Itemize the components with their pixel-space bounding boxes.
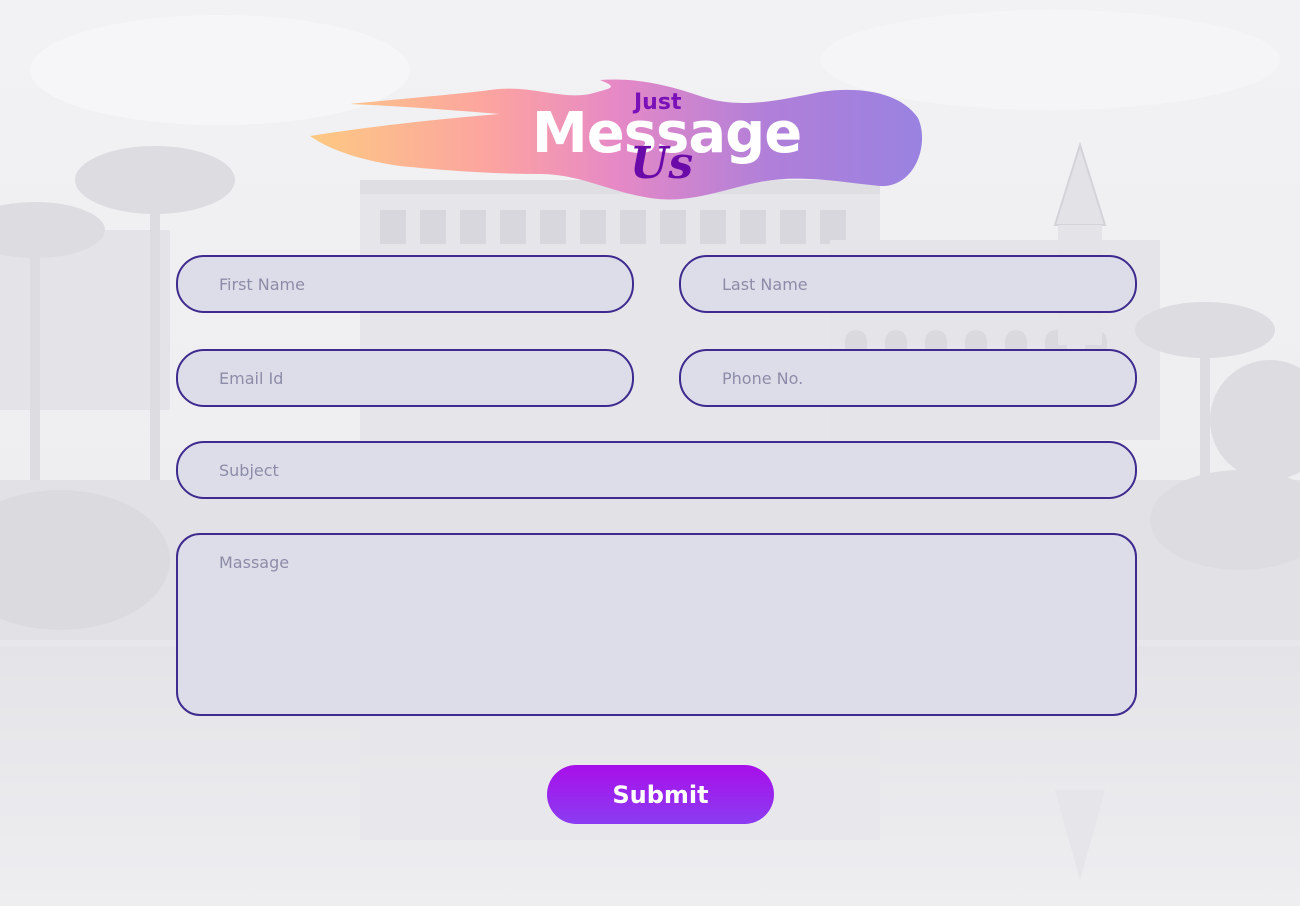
submit-button[interactable]: Submit [547, 765, 774, 824]
logo-word-us: Us [630, 138, 694, 189]
email-input[interactable] [176, 349, 634, 407]
just-message-us-logo: Just Message Us [300, 70, 930, 210]
last-name-input[interactable] [679, 255, 1137, 313]
message-textarea[interactable] [176, 533, 1137, 716]
first-name-input[interactable] [176, 255, 634, 313]
subject-input[interactable] [176, 441, 1137, 499]
phone-input[interactable] [679, 349, 1137, 407]
